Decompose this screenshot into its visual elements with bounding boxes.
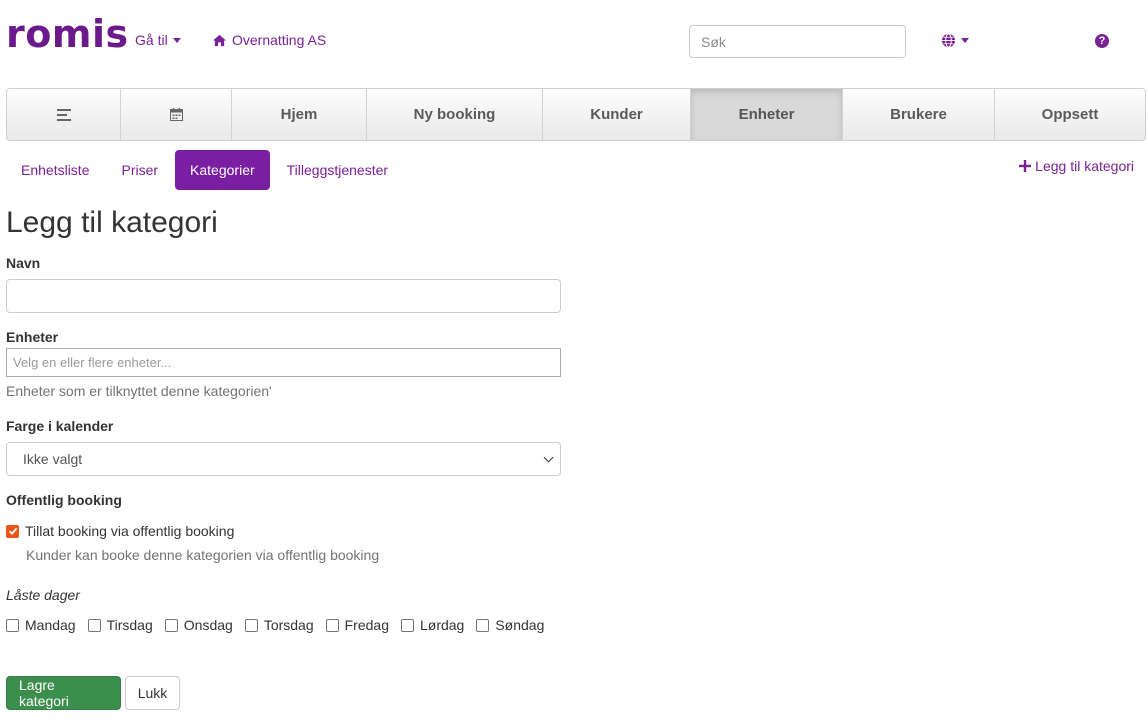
day-label: Fredag	[344, 617, 389, 633]
add-category-link[interactable]: Legg til kategori	[1019, 158, 1134, 174]
day-label: Tirsdag	[106, 617, 153, 633]
home-icon	[213, 34, 226, 46]
nav-menu[interactable]	[7, 89, 121, 140]
day-sunday[interactable]: Søndag	[476, 617, 544, 633]
name-label: Navn	[6, 255, 41, 271]
day-checkbox[interactable]	[400, 618, 414, 632]
caret-down-icon	[172, 37, 181, 43]
chevron-down-icon	[543, 452, 554, 462]
units-placeholder: Velg en eller flere enheter...	[13, 355, 172, 370]
day-label: Torsdag	[263, 617, 314, 633]
close-button[interactable]: Lukk	[125, 676, 180, 710]
add-category-label: Legg til kategori	[1035, 158, 1134, 174]
tab-unit-list[interactable]: Enhetsliste	[6, 150, 104, 190]
nav-customers[interactable]: Kunder	[543, 89, 691, 140]
main-navigation: Hjem Ny booking Kunder Enheter Brukere O…	[6, 88, 1146, 141]
day-checkbox[interactable]	[244, 618, 258, 632]
calendar-icon	[169, 108, 183, 121]
public-booking-label: Offentlig booking	[6, 492, 122, 508]
day-checkbox[interactable]	[87, 618, 101, 632]
color-select[interactable]: Ikke valgt	[6, 442, 561, 476]
romis-logo[interactable]: romis	[6, 10, 129, 58]
day-checkbox[interactable]	[164, 618, 178, 632]
day-saturday[interactable]: Lørdag	[400, 617, 465, 633]
day-checkbox[interactable]	[325, 618, 339, 632]
menu-icon	[56, 108, 71, 121]
public-booking-help: Kunder kan booke denne kategorien via of…	[26, 547, 380, 563]
tab-additional-services[interactable]: Tilleggstjenester	[272, 150, 403, 190]
save-category-button[interactable]: Lagre kategori	[6, 676, 121, 710]
day-thursday[interactable]: Torsdag	[244, 617, 314, 633]
color-label: Farge i kalender	[6, 418, 114, 434]
color-select-value: Ikke valgt	[23, 451, 83, 467]
day-label: Søndag	[495, 617, 545, 633]
day-label: Onsdag	[183, 617, 233, 633]
name-input[interactable]	[6, 279, 561, 313]
question-circle-icon[interactable]: ?	[1095, 34, 1109, 48]
sub-navigation: Enhetsliste Priser Kategorier Tilleggstj…	[6, 150, 403, 190]
units-help-text: Enheter som er tilknyttet denne kategori…	[6, 383, 272, 399]
search-input[interactable]	[689, 25, 906, 58]
day-monday[interactable]: Mandag	[6, 617, 76, 633]
day-friday[interactable]: Fredag	[325, 617, 389, 633]
day-label: Mandag	[25, 617, 76, 633]
plus-icon	[1019, 160, 1032, 172]
company-name: Overnatting AS	[232, 32, 327, 48]
company-link[interactable]: Overnatting AS	[212, 32, 326, 48]
globe-icon	[941, 33, 956, 48]
day-checkbox[interactable]	[6, 618, 19, 632]
day-tuesday[interactable]: Tirsdag	[87, 617, 153, 633]
units-label: Enheter	[6, 329, 59, 345]
public-booking-checkbox[interactable]	[6, 524, 19, 538]
nav-units[interactable]: Enheter	[691, 89, 843, 140]
nav-calendar[interactable]	[121, 89, 232, 140]
nav-home[interactable]: Hjem	[232, 89, 367, 140]
public-booking-checkbox-label[interactable]: Tillat booking via offentlig booking	[25, 523, 234, 539]
day-label: Lørdag	[419, 617, 465, 633]
locked-days-label: Låste dager	[6, 587, 80, 603]
day-checkbox[interactable]	[476, 618, 490, 632]
tab-prices[interactable]: Priser	[106, 150, 173, 190]
goto-dropdown[interactable]: Gå til	[135, 32, 181, 48]
goto-label: Gå til	[135, 32, 168, 48]
nav-new-booking[interactable]: Ny booking	[367, 89, 543, 140]
tab-categories[interactable]: Kategorier	[175, 150, 270, 190]
caret-down-icon	[961, 38, 969, 43]
locked-days-group: Mandag Tirsdag Onsdag Torsdag Fredag Lør…	[6, 617, 556, 633]
nav-users[interactable]: Brukere	[843, 89, 995, 140]
units-multiselect[interactable]: Velg en eller flere enheter...	[6, 348, 561, 377]
day-wednesday[interactable]: Onsdag	[164, 617, 233, 633]
nav-setup[interactable]: Oppsett	[995, 89, 1145, 140]
language-dropdown[interactable]	[941, 33, 969, 48]
page-title: Legg til kategori	[6, 206, 218, 239]
